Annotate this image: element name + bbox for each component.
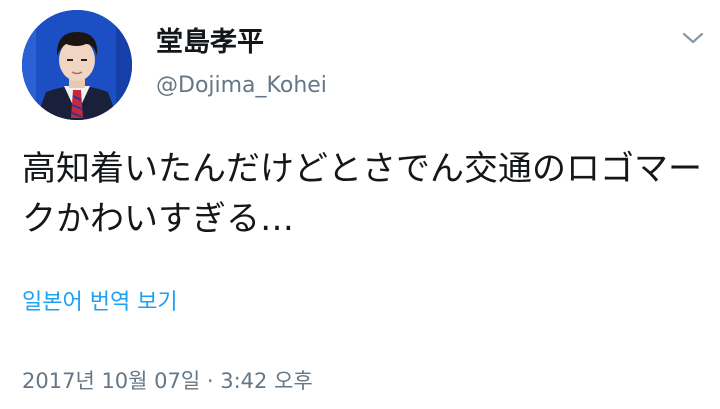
translate-tweet-link[interactable]: 일본어 번역 보기 [22,288,178,318]
avatar-photo [22,10,132,120]
tweet-timestamp: 2017년 10월 07일 · 3:42 오후 [22,369,313,393]
avatar[interactable] [22,10,132,120]
tweet-text: 高知着いたんだけどとさでん交通のロゴマークかわいすぎる… [22,149,702,239]
tweet-card: 堂島孝平 @Dojima_Kohei 高知着いたんだけどとさでん交通のロゴマーク… [0,0,720,409]
display-name[interactable]: 堂島孝平 [156,26,264,60]
chevron-down-icon[interactable] [680,28,706,48]
user-handle[interactable]: @Dojima_Kohei [156,72,327,100]
